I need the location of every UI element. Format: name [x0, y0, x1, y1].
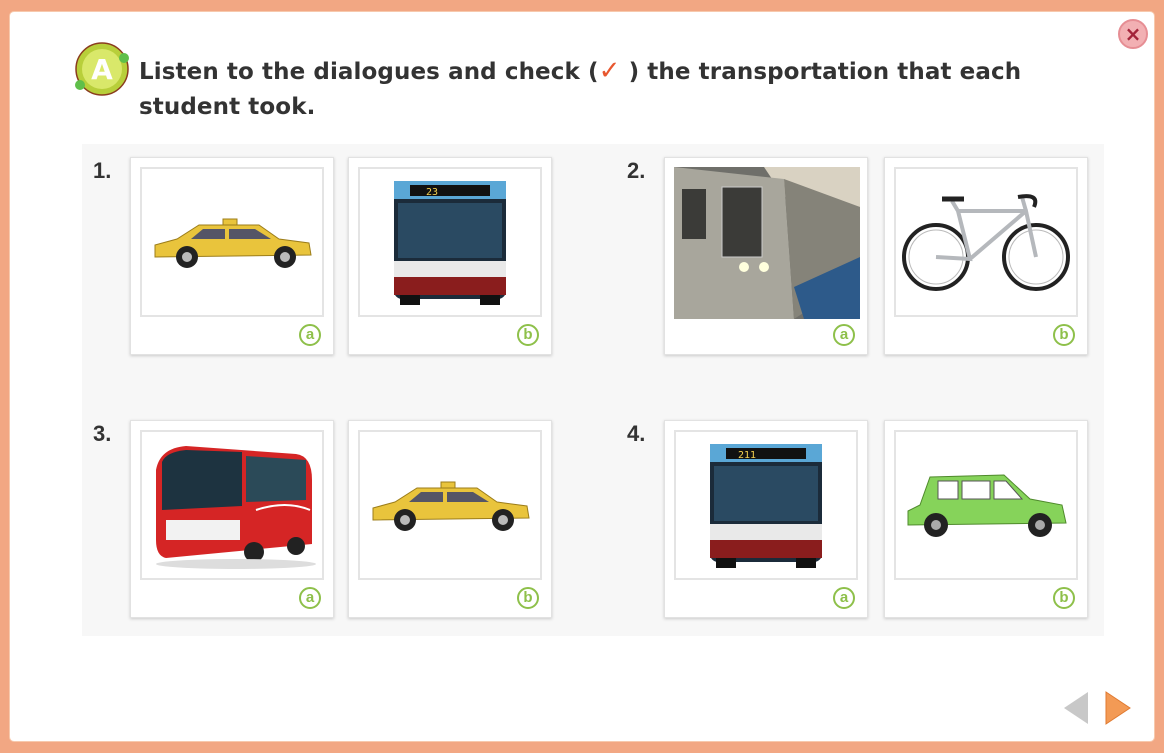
q2-option-b-card[interactable]: b — [884, 157, 1088, 355]
instruction-text: Listen to the dialogues and check (✓ ) t… — [139, 54, 1109, 125]
q2-option-a-card[interactable]: a — [664, 157, 868, 355]
close-icon: × — [1124, 22, 1142, 46]
instruction-part1: Listen to the dialogues and check ( — [139, 59, 599, 85]
q4-option-b-card[interactable]: b — [884, 420, 1088, 618]
option-a-marker[interactable]: a — [833, 587, 855, 609]
bus-route-number: 211 — [738, 450, 756, 461]
option-a-marker[interactable]: a — [299, 587, 321, 609]
city-bus-image: 23 — [358, 167, 542, 317]
option-b-marker[interactable]: b — [517, 324, 539, 346]
option-b-marker[interactable]: b — [1053, 324, 1075, 346]
q1-option-b-card[interactable]: 23 b — [348, 157, 552, 355]
previous-arrow-icon[interactable] — [1062, 690, 1090, 726]
option-b-marker[interactable]: b — [1053, 587, 1075, 609]
bicycle-image — [894, 167, 1078, 317]
question-number-2: 2. — [627, 158, 646, 183]
q1-option-a-card[interactable]: a — [130, 157, 334, 355]
question-number-1: 1. — [93, 158, 112, 183]
question-number-3: 3. — [93, 421, 112, 446]
taxi-image — [358, 430, 542, 580]
q3-option-a-card[interactable]: a — [130, 420, 334, 618]
badge-letter: A — [91, 53, 113, 86]
q4-option-a-card[interactable]: 211 a — [664, 420, 868, 618]
city-bus-image: 211 — [674, 430, 858, 580]
subway-train-image — [674, 167, 860, 319]
check-icon: ✓ — [598, 56, 621, 86]
close-button[interactable]: × — [1118, 19, 1148, 49]
coach-bus-image — [140, 430, 324, 580]
option-b-marker[interactable]: b — [517, 587, 539, 609]
section-badge-icon: A — [75, 42, 129, 96]
next-arrow-icon[interactable] — [1104, 690, 1132, 726]
car-image — [894, 430, 1078, 580]
option-a-marker[interactable]: a — [833, 324, 855, 346]
option-a-marker[interactable]: a — [299, 324, 321, 346]
q3-option-b-card[interactable]: b — [348, 420, 552, 618]
taxi-image — [140, 167, 324, 317]
question-number-4: 4. — [627, 421, 646, 446]
bus-route-number: 23 — [426, 187, 438, 198]
